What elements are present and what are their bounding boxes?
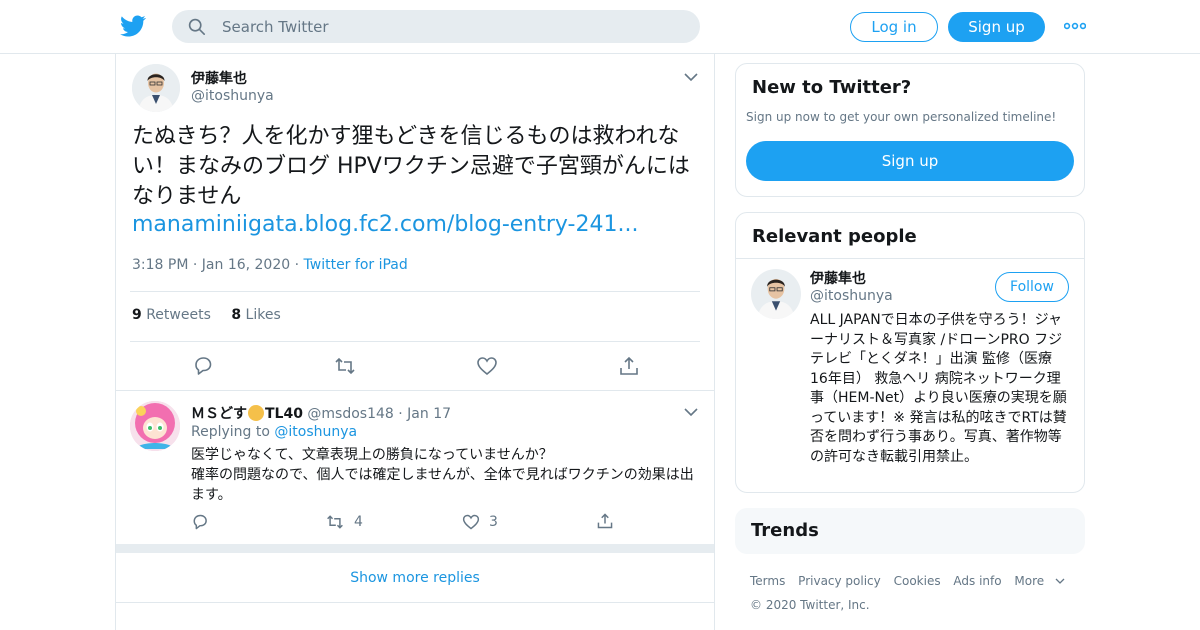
reply-like-count: 3 [489, 514, 498, 530]
like-icon[interactable] [476, 355, 498, 377]
replying-to-line: Replying to @itoshunya [191, 424, 358, 440]
section-separator [116, 544, 714, 553]
relevant-people-title: Relevant people [752, 226, 917, 247]
trends-title: Trends [751, 520, 819, 541]
relevant-person-avatar[interactable] [751, 269, 801, 319]
tweet-link[interactable]: manaminiigata.blog.fc2.com/blog-entry-24… [132, 212, 638, 237]
new-to-twitter-title: New to Twitter? [752, 77, 912, 98]
reply-icon[interactable] [191, 513, 209, 531]
new-to-twitter-subtitle: Sign up now to get your own personalized… [746, 110, 1057, 124]
login-button[interactable]: Log in [850, 12, 938, 42]
like-icon[interactable] [462, 513, 480, 531]
likes-stat[interactable]: 8 Likes [231, 307, 280, 323]
reply-author-handle[interactable]: @msdos148 [307, 406, 393, 422]
new-to-twitter-card: New to Twitter? Sign up now to get your … [735, 63, 1085, 197]
more-dots-icon[interactable] [1064, 19, 1086, 33]
author-avatar-image [132, 64, 180, 112]
signup-button[interactable]: Sign up [948, 12, 1045, 42]
reply-author-name[interactable]: ＭＳどす TL40 [191, 405, 303, 422]
chevron-down-icon [1055, 578, 1065, 584]
retweet-icon[interactable] [326, 513, 344, 531]
tweet-stats: 9 Retweets 8 Likes [132, 307, 281, 323]
footer-link-more[interactable]: More [1014, 574, 1065, 588]
main-timeline-column: 伊藤隼也 @itoshunya たぬきち？人を化かす狸もどきを信じるものは救われ… [115, 54, 715, 630]
search-placeholder[interactable]: Search Twitter [222, 18, 329, 36]
twitter-bird-icon[interactable] [120, 13, 146, 39]
tweet-time[interactable]: 3:18 PM [132, 257, 188, 273]
chevron-down-icon[interactable] [684, 72, 698, 82]
reply-author-avatar[interactable] [130, 401, 180, 451]
relevant-person-name[interactable]: 伊藤隼也 [810, 268, 866, 288]
reply-avatar-image [130, 401, 180, 451]
footer-link-terms[interactable]: Terms [750, 574, 785, 588]
sidebar-signup-button[interactable]: Sign up [746, 141, 1074, 181]
trends-card: Trends [735, 508, 1085, 554]
reply-retweet-count: 4 [354, 514, 363, 530]
reply-date[interactable]: Jan 17 [407, 406, 451, 422]
footer-links: Terms Privacy policy Cookies Ads info Mo… [750, 574, 1074, 588]
tweet-date[interactable]: Jan 16, 2020 [202, 257, 290, 273]
reply-tweet[interactable]: ＭＳどす TL40 @msdos148 · Jan 17 Replying to … [116, 390, 714, 544]
reply-text: 医学じゃなくて、文章表現上の勝負になっていませんか？ 確率の問題なので、個人では… [191, 447, 694, 503]
share-icon[interactable] [596, 512, 614, 530]
tweet-source[interactable]: Twitter for iPad [304, 257, 408, 273]
footer-link-privacy[interactable]: Privacy policy [798, 574, 881, 588]
search-box[interactable]: Search Twitter [172, 10, 700, 43]
share-icon[interactable] [618, 355, 640, 377]
reply-header: ＭＳどす TL40 @msdos148 · Jan 17 [191, 405, 452, 422]
footer-link-cookies[interactable]: Cookies [894, 574, 941, 588]
tweet-author-handle[interactable]: @itoshunya [191, 88, 274, 104]
replying-to-link[interactable]: @itoshunya [274, 424, 357, 440]
show-more-replies-button[interactable]: Show more replies [116, 553, 714, 603]
moon-emoji-icon [248, 405, 264, 421]
tweet-text: たぬきち？人を化かす狸もどきを信じるものは救われない！まなみのブログ HPVワク… [132, 124, 690, 209]
tweet-author-name[interactable]: 伊藤隼也 [191, 68, 247, 88]
reply-icon[interactable] [192, 355, 214, 377]
divider [130, 341, 700, 342]
tweet-metadata: 3:18 PM · Jan 16, 2020 · Twitter for iPa… [132, 257, 408, 273]
relevant-person-handle[interactable]: @itoshunya [810, 288, 893, 304]
relevant-people-card: Relevant people 伊藤隼也 @itoshunya Follow A… [735, 212, 1085, 493]
top-navigation-bar: Search Twitter Log in Sign up [0, 0, 1200, 54]
relevant-person-bio: ALL JAPANで日本の子供を守ろう！ジャーナリスト＆写真家 /ドローンPRO… [810, 312, 1067, 465]
divider [130, 291, 700, 292]
search-icon [188, 18, 206, 36]
footer-link-ads-info[interactable]: Ads info [953, 574, 1001, 588]
retweet-icon[interactable] [334, 355, 356, 377]
follow-button[interactable]: Follow [995, 272, 1069, 302]
divider [736, 258, 1084, 259]
author-avatar[interactable] [132, 64, 180, 112]
copyright: © 2020 Twitter, Inc. [750, 598, 870, 612]
chevron-down-icon[interactable] [684, 407, 698, 417]
relevant-person-avatar-image [751, 269, 801, 319]
retweets-stat[interactable]: 9 Retweets [132, 307, 211, 323]
